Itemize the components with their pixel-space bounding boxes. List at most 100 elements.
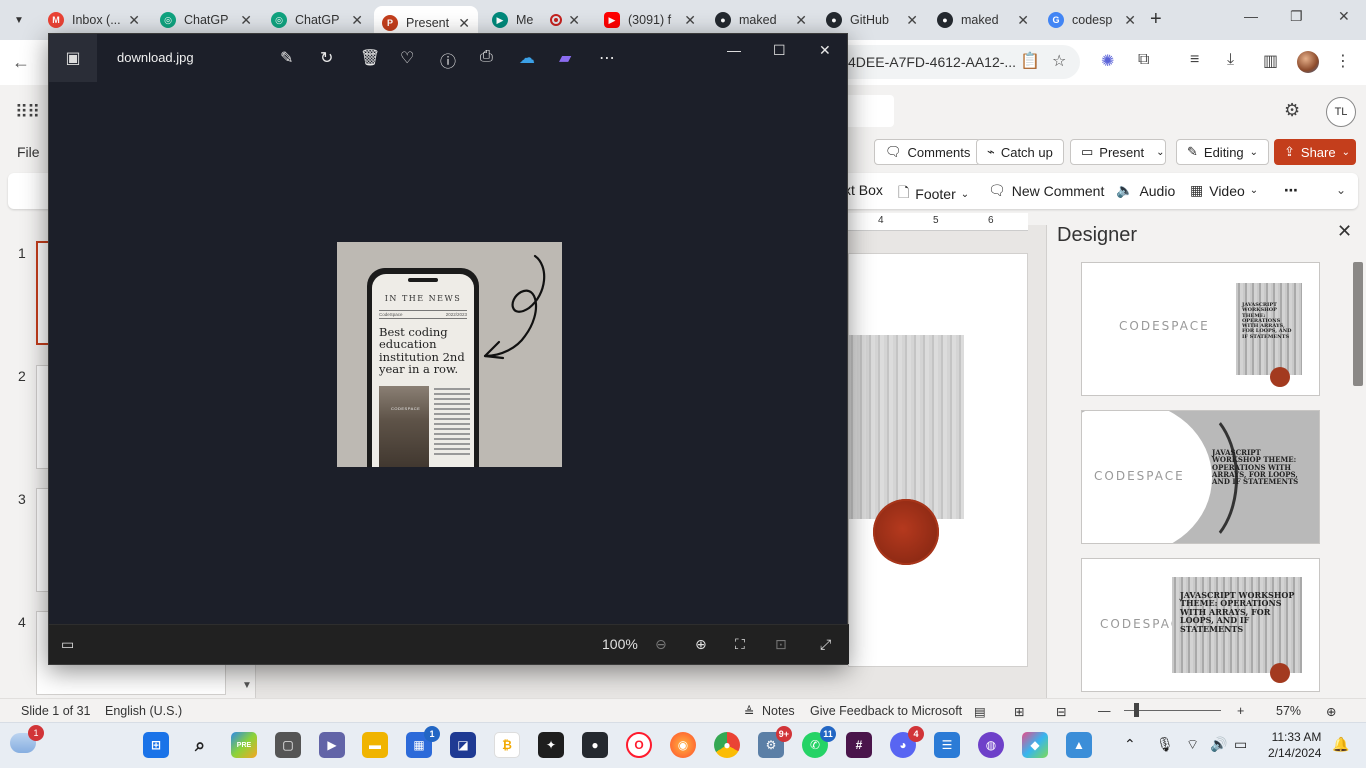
close-tab-icon[interactable]: ✕	[684, 12, 696, 29]
print-icon[interactable]: ⎙	[480, 48, 493, 66]
fullscreen-icon[interactable]: ⤢	[820, 636, 831, 653]
zoom-out-icon[interactable]: —	[1098, 704, 1111, 718]
scroll-down-icon[interactable]: ▼	[242, 680, 252, 691]
chevron-down-icon[interactable]: ⌄	[1156, 147, 1164, 158]
clipchamp-icon[interactable]: ▰	[559, 48, 571, 68]
settings-icon[interactable]: ⚙ 9+	[758, 726, 792, 758]
figma-icon[interactable]: ✦	[538, 732, 564, 758]
settings-gear-icon[interactable]: ⚙	[1284, 100, 1300, 121]
browser-tab[interactable]: ◎ ChatGP ✕	[152, 6, 260, 34]
search-box[interactable]	[840, 95, 894, 127]
close-designer-icon[interactable]: ✕	[1337, 221, 1352, 242]
comments-button[interactable]: 🗨 Comments	[874, 139, 982, 165]
clipboard-icon[interactable]: 📋	[1020, 51, 1040, 71]
wifi-icon[interactable]: ⌔	[1186, 736, 1199, 754]
browser-tab[interactable]: ● GitHub ✕	[818, 6, 926, 34]
close-tab-icon[interactable]: ✕	[351, 12, 363, 29]
browser-tab[interactable]: ▶ (3091) f ✕	[596, 6, 704, 34]
design-idea-card[interactable]: CODESPACE JavaScript Workshop Theme: Ope…	[1081, 262, 1320, 396]
browser-tab[interactable]: ▶ Me ✕	[484, 6, 588, 34]
discord-icon[interactable]: ◕ 4	[890, 726, 924, 758]
browser-tab[interactable]: ● maked ✕	[929, 6, 1037, 34]
more-options-icon[interactable]: ⋯	[599, 48, 615, 68]
new-tab-button[interactable]: +	[1150, 8, 1162, 31]
present-button[interactable]: ▭ Present ⌄	[1070, 139, 1166, 165]
browser-tab[interactable]: G codesp ✕	[1040, 6, 1144, 34]
photos-app-icon[interactable]: ▲	[1066, 732, 1092, 758]
delete-icon[interactable]: 🗑	[360, 48, 380, 68]
collapse-ribbon-icon[interactable]: ⌄	[1336, 183, 1346, 197]
firefox-icon[interactable]: ◉	[670, 732, 696, 758]
file-explorer-icon[interactable]: ▬	[362, 732, 388, 758]
rotate-icon[interactable]: ↻	[320, 48, 333, 68]
battery-icon[interactable]: ▭	[1234, 736, 1247, 753]
back-arrow-icon[interactable]: ←	[12, 52, 30, 73]
close-tab-icon[interactable]: ✕	[1124, 12, 1136, 29]
start-menu-icon[interactable]: ⊞	[143, 732, 169, 758]
slack-icon[interactable]: #	[846, 732, 872, 758]
footer-button[interactable]: 🗋 Footer ⌄	[898, 182, 969, 206]
textbox-button[interactable]: xt Box	[844, 182, 883, 198]
design-idea-card[interactable]: CODESPACE JavaScript Workshop Theme: Ope…	[1081, 410, 1320, 544]
zoom-percent[interactable]: 100%	[602, 636, 638, 652]
zoom-out-icon[interactable]: ⊖	[655, 636, 667, 653]
browser-menu-icon[interactable]: ⋮	[1335, 51, 1351, 71]
extension-flower-icon[interactable]: ✺	[1101, 51, 1114, 71]
share-button[interactable]: ⇪ Share ⌄	[1274, 139, 1356, 165]
catchup-button[interactable]: ⌁ Catch up	[976, 139, 1064, 165]
close-tab-icon[interactable]: ✕	[795, 12, 807, 29]
notepad-icon[interactable]: ☰	[934, 732, 960, 758]
media-controls-icon[interactable]: ≡	[1190, 51, 1199, 69]
maximize-icon[interactable]: ☐	[773, 42, 786, 59]
search-icon[interactable]: ⌕	[187, 732, 213, 758]
zoom-level[interactable]: 57%	[1276, 704, 1301, 718]
close-tab-icon[interactable]: ✕	[458, 15, 470, 32]
visual-studio-icon[interactable]: ◪	[450, 732, 476, 758]
close-tab-icon[interactable]: ✕	[240, 12, 252, 29]
design-idea-card[interactable]: CODESPACE JavaScript Workshop Theme: Ope…	[1081, 558, 1320, 692]
github-desktop-icon[interactable]: ●	[582, 732, 608, 758]
reading-view-icon[interactable]: ⊟	[1056, 704, 1066, 719]
video-button[interactable]: ▦ Video ⌄	[1190, 182, 1258, 199]
displayed-image[interactable]: IN THE NEWS CodeSpace 2022/2023 Best cod…	[337, 242, 562, 467]
more-options-icon[interactable]: ⋯	[1284, 182, 1298, 199]
zoom-in-icon[interactable]: +	[1237, 704, 1244, 718]
zoom-in-icon[interactable]: ⊕	[695, 636, 707, 653]
fit-to-window-icon[interactable]: ⛶	[735, 636, 745, 653]
github-copilot-icon[interactable]: ◍	[978, 732, 1004, 758]
url-text[interactable]: 4DEE-A7FD-4612-AA12-...	[848, 54, 1016, 70]
app-launcher-icon[interactable]: ⠿⠿	[15, 102, 40, 123]
normal-view-icon[interactable]: ▤	[974, 704, 986, 719]
bitcoin-icon[interactable]: ₿	[494, 732, 520, 758]
side-panel-icon[interactable]: ▥	[1263, 51, 1278, 71]
teams-meet-icon[interactable]: ▶	[319, 732, 345, 758]
editing-mode-button[interactable]: ✎ Editing ⌄	[1176, 139, 1270, 165]
tab-search-icon[interactable]: ▼	[6, 8, 32, 32]
show-hidden-icons-icon[interactable]: ⌃	[1124, 736, 1136, 753]
close-tab-icon[interactable]: ✕	[1017, 12, 1029, 29]
file-tab[interactable]: File	[17, 144, 40, 160]
notifications-bell-icon[interactable]: 🔔	[1332, 736, 1349, 753]
close-tab-icon[interactable]: ✕	[568, 12, 580, 29]
fit-to-window-icon[interactable]: ⊕	[1326, 704, 1336, 719]
browser-tab[interactable]: M Inbox (... ✕	[40, 6, 148, 34]
close-window-icon[interactable]: ✕	[819, 42, 831, 59]
browser-tab[interactable]: ● maked ✕	[707, 6, 815, 34]
task-view-icon[interactable]: ▢	[275, 732, 301, 758]
whatsapp-icon[interactable]: ✆ 11	[802, 726, 836, 758]
favorite-heart-icon[interactable]: ♡	[400, 48, 414, 68]
microphone-icon[interactable]: 🎙	[1156, 736, 1174, 753]
volume-icon[interactable]: 🔊	[1210, 736, 1227, 753]
opera-icon[interactable]: O	[626, 732, 652, 758]
restore-icon[interactable]: ❐	[1290, 8, 1303, 25]
bookmark-star-icon[interactable]: ☆	[1052, 51, 1066, 71]
system-clock[interactable]: 11:33 AM 2/14/2024	[1268, 729, 1321, 761]
actual-size-icon[interactable]: ⊡	[775, 636, 787, 653]
zoom-slider-thumb[interactable]	[1134, 703, 1139, 717]
microsoft-store-icon[interactable]: ▦ 1	[406, 726, 440, 758]
close-window-icon[interactable]: ✕	[1338, 8, 1350, 25]
new-comment-button[interactable]: 🗨 New Comment	[988, 182, 1104, 199]
extensions-puzzle-icon[interactable]: ⧉	[1138, 51, 1149, 69]
download-icon[interactable]: ⤓	[1227, 51, 1234, 69]
language-indicator[interactable]: English (U.S.)	[105, 704, 182, 718]
